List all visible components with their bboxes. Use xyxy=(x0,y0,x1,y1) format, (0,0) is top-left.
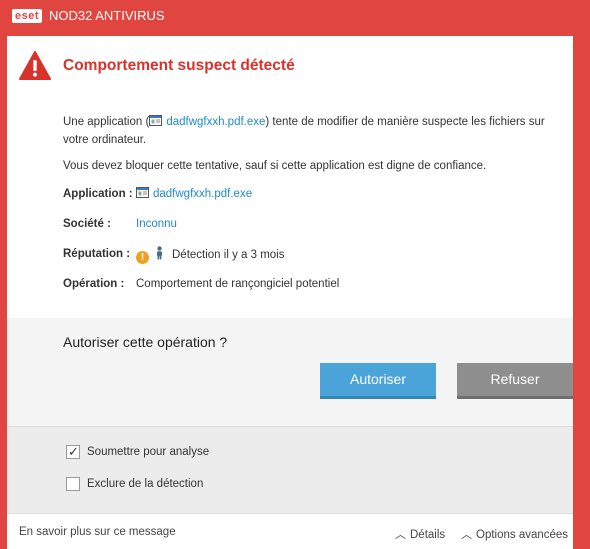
alert-content: Comportement suspect détecté Une applica… xyxy=(7,36,573,318)
details-label: Détails xyxy=(410,529,446,541)
title-bar[interactable]: eset NOD32 ANTIVIRUS xyxy=(0,0,590,32)
operation-value: Comportement de rançongiciel potentiel xyxy=(136,278,340,290)
reputation-value-wrap: ! Détection il y a 3 mois xyxy=(136,246,285,264)
options-area: Soumettre pour analyse Exclure de la dét… xyxy=(7,426,573,513)
warning-icon xyxy=(19,51,51,80)
decision-question: Autoriser cette opération ? xyxy=(63,334,228,350)
company-link[interactable]: Inconnu xyxy=(136,216,177,232)
chevron-up-icon: ︿ xyxy=(461,529,472,541)
submit-for-analysis-checkbox[interactable] xyxy=(66,444,80,459)
eset-logo: eset xyxy=(12,9,43,23)
submit-for-analysis-label: Soumettre pour analyse xyxy=(87,446,210,458)
reputation-label: Réputation : xyxy=(63,248,131,260)
advanced-options-toggle[interactable]: ︿ Options avancées xyxy=(461,526,568,542)
message-app-link[interactable]: dadfwgfxxh.pdf.exe xyxy=(166,116,265,128)
company-label: Société : xyxy=(63,218,111,230)
details-toggle[interactable]: ︿ Détails xyxy=(395,526,445,542)
user-icon xyxy=(157,246,162,260)
exclude-from-detection-label: Exclure de la détection xyxy=(87,478,204,490)
application-label: Application : xyxy=(63,188,133,200)
deny-button[interactable]: Refuser xyxy=(457,363,573,399)
allow-button[interactable]: Autoriser xyxy=(320,363,436,399)
application-value-wrap: dadfwgfxxh.pdf.exe xyxy=(136,186,252,202)
application-link[interactable]: dadfwgfxxh.pdf.exe xyxy=(153,188,252,200)
alert-heading: Comportement suspect détecté xyxy=(63,57,295,74)
decision-area: Autoriser cette opération ? Autoriser Re… xyxy=(7,318,573,426)
close-icon[interactable] xyxy=(562,4,584,26)
application-icon xyxy=(136,187,149,198)
advanced-options-label: Options avancées xyxy=(476,529,569,541)
app-title: NOD32 ANTIVIRUS xyxy=(49,8,165,23)
reputation-warning-icon: ! xyxy=(136,251,149,264)
chevron-up-icon: ︿ xyxy=(395,529,406,541)
message-prefix: Une application ( xyxy=(63,116,150,128)
operation-label: Opération : xyxy=(63,278,125,290)
alert-message: Une application (dadfwgfxxh.pdf.exe) ten… xyxy=(63,113,568,149)
exclude-from-detection-checkbox[interactable] xyxy=(66,477,80,491)
footer: En savoir plus sur ce message ︿ Détails ︿… xyxy=(7,513,573,549)
alert-window: eset NOD32 ANTIVIRUS Comportement suspec… xyxy=(0,0,590,549)
alert-advice: Vous devez bloquer cette tentative, sauf… xyxy=(63,160,487,172)
reputation-value: Détection il y a 3 mois xyxy=(172,249,285,261)
application-icon xyxy=(149,115,163,126)
learn-more-link[interactable]: En savoir plus sur ce message xyxy=(19,526,176,538)
